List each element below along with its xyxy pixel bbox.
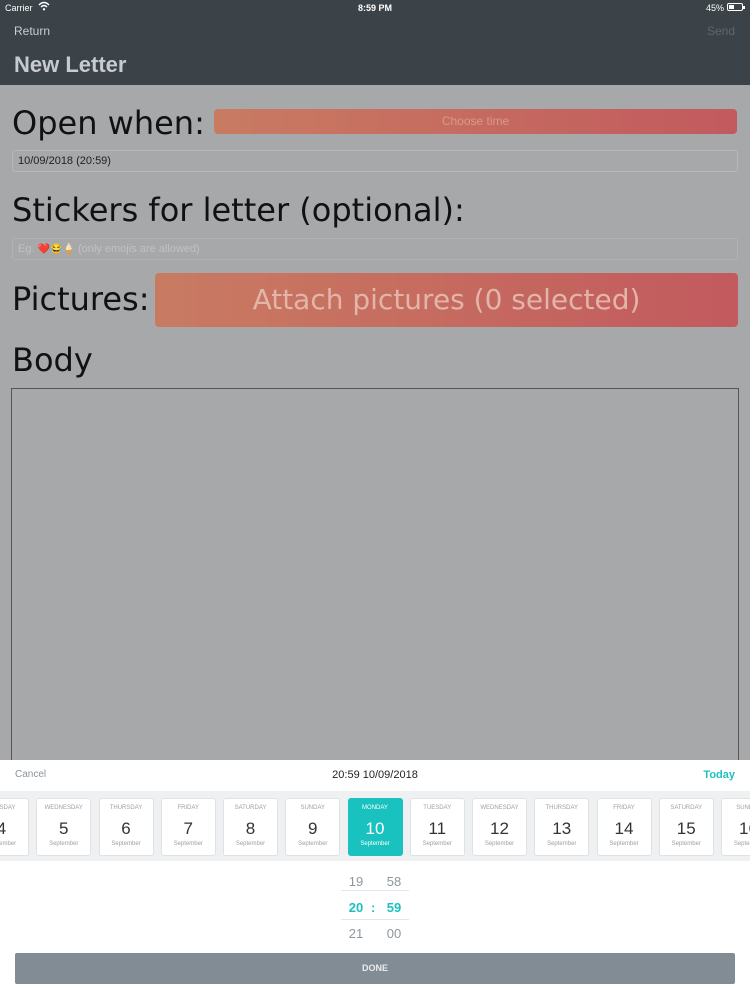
- pictures-label: Pictures:: [12, 280, 150, 318]
- day-month: September: [484, 841, 515, 847]
- done-button[interactable]: DONE: [15, 953, 735, 984]
- minute-option-selected[interactable]: 59: [381, 900, 407, 915]
- day-card[interactable]: SUNDAY 16 September: [721, 798, 750, 856]
- send-button[interactable]: Send: [707, 24, 735, 38]
- day-weekday: WEDNESDAY: [480, 805, 519, 811]
- day-number: 7: [183, 819, 193, 838]
- day-weekday: SATURDAY: [670, 805, 703, 811]
- day-month: September: [0, 841, 17, 847]
- top-bar: Carrier 8:59 PM 45% Return Send New Lett…: [0, 0, 750, 85]
- minute-option[interactable]: 00: [381, 926, 407, 941]
- day-weekday: THURSDAY: [545, 805, 579, 811]
- minute-option[interactable]: 58: [381, 874, 407, 889]
- day-month: September: [733, 841, 750, 847]
- day-number: 10: [365, 819, 385, 838]
- day-card[interactable]: FRIDAY 14 September: [596, 798, 652, 856]
- time-selection-line-top: [341, 890, 409, 891]
- date-field[interactable]: 10/09/2018 (20:59): [12, 150, 738, 172]
- battery-icon: [727, 3, 745, 11]
- day-month: September: [235, 841, 266, 847]
- day-card-selected[interactable]: MONDAY 10 September: [347, 798, 403, 856]
- open-when-label: Open when:: [12, 104, 205, 142]
- battery-percent: 45%: [705, 3, 724, 13]
- letter-form: Open when: Choose time 10/09/2018 (20:59…: [0, 85, 750, 760]
- day-card[interactable]: TUESDAY 4 September: [0, 798, 29, 856]
- day-weekday: SATURDAY: [234, 805, 267, 811]
- status-bar: Carrier 8:59 PM 45%: [0, 0, 750, 16]
- status-time: 8:59 PM: [357, 3, 392, 13]
- day-month: September: [547, 841, 577, 847]
- date-picker-sheet: Cancel 20:59 10/09/2018 Today TUESDAY 4 Se…: [0, 760, 750, 1000]
- day-card[interactable]: WEDNESDAY 5 September: [36, 798, 92, 856]
- day-number: 4: [0, 819, 7, 838]
- day-card[interactable]: THURSDAY 6 September: [98, 798, 154, 856]
- sticker-input[interactable]: Eg. ❤️😂🍦 (only emojis are allowed): [12, 238, 738, 260]
- day-month: September: [609, 841, 639, 847]
- stickers-label: Stickers for letter (optional):: [12, 191, 465, 229]
- day-card[interactable]: SUNDAY 9 September: [285, 798, 341, 856]
- day-month: September: [360, 841, 390, 847]
- picker-header: Cancel 20:59 10/09/2018 Today: [0, 760, 750, 790]
- day-number: 15: [676, 819, 696, 838]
- day-weekday: FRIDAY: [613, 805, 635, 811]
- body-label: Body: [12, 341, 93, 379]
- day-number: 6: [121, 819, 131, 838]
- day-number: 12: [490, 819, 509, 838]
- sticker-placeholder-prefix: Eg.: [18, 243, 35, 255]
- return-button[interactable]: Return: [14, 24, 50, 38]
- day-month: September: [422, 841, 452, 847]
- day-month: September: [49, 841, 79, 847]
- time-selection-line-bottom: [341, 919, 409, 920]
- day-card[interactable]: FRIDAY 7 September: [160, 798, 216, 856]
- day-number: 5: [59, 819, 69, 838]
- day-number: 9: [308, 819, 318, 838]
- time-picker[interactable]: 19 20 21 : 58 59 00: [0, 868, 750, 948]
- day-card[interactable]: TUESDAY 11 September: [409, 798, 465, 856]
- day-strip[interactable]: TUESDAY4SeptemberWEDNESDAY5SeptemberTHUR…: [0, 791, 750, 861]
- day-weekday: SUNDAY: [300, 805, 326, 811]
- day-card[interactable]: WEDNESDAY 12 September: [472, 798, 527, 856]
- hour-option[interactable]: 19: [343, 874, 369, 889]
- choose-time-button[interactable]: Choose time: [214, 109, 737, 134]
- day-card[interactable]: THURSDAY 13 September: [534, 798, 590, 856]
- day-weekday: TUESDAY: [0, 805, 16, 811]
- day-number: 8: [245, 819, 256, 838]
- day-month: September: [173, 841, 203, 847]
- day-weekday: FRIDAY: [177, 805, 200, 811]
- day-number: 11: [428, 819, 447, 838]
- day-number: 16: [739, 819, 750, 838]
- day-weekday: WEDNESDAY: [44, 805, 83, 811]
- body-textarea[interactable]: [11, 388, 739, 760]
- day-card[interactable]: SATURDAY 8 September: [223, 798, 278, 856]
- hour-option[interactable]: 21: [343, 926, 369, 941]
- sticker-placeholder-emojis: ❤️😂🍦: [37, 244, 75, 255]
- hour-option-selected[interactable]: 20: [343, 900, 369, 915]
- sticker-placeholder-suffix: (only emojis are allowed): [78, 243, 200, 255]
- day-card[interactable]: SATURDAY 15 September: [658, 798, 714, 856]
- page-title: New Letter: [14, 52, 127, 77]
- today-button[interactable]: Today: [703, 769, 735, 781]
- day-month: September: [671, 841, 701, 847]
- picker-title: 20:59 10/09/2018: [332, 769, 418, 781]
- day-month: September: [298, 841, 328, 847]
- day-weekday: THURSDAY: [109, 805, 143, 811]
- day-weekday: TUESDAY: [423, 805, 452, 811]
- day-month: September: [111, 841, 141, 847]
- time-separator: :: [371, 900, 376, 915]
- day-number: 13: [552, 819, 572, 838]
- day-weekday: MONDAY: [362, 805, 388, 811]
- day-number: 14: [614, 819, 634, 838]
- attach-pictures-button[interactable]: Attach pictures (0 selected): [155, 273, 738, 327]
- day-weekday: SUNDAY: [736, 805, 750, 811]
